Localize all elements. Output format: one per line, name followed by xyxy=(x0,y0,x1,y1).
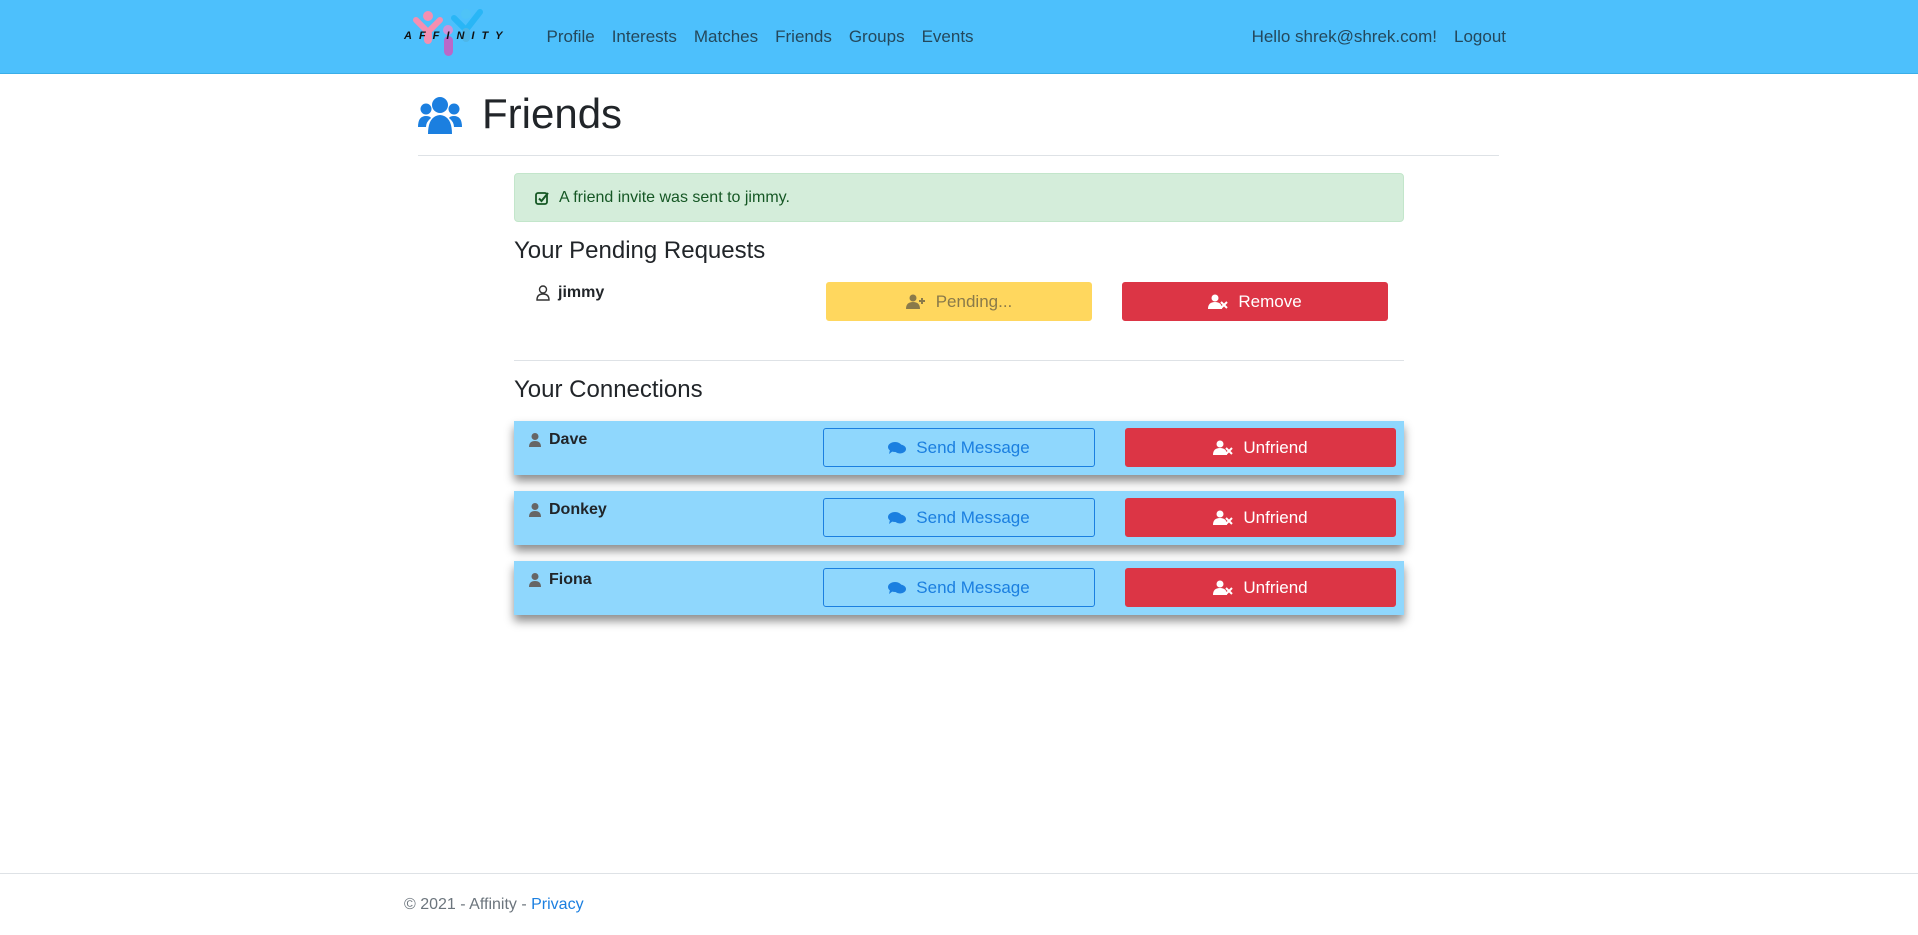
connections-heading: Your Connections xyxy=(514,376,703,403)
pending-user: jimmy xyxy=(536,284,604,302)
unfriend-label: Unfriend xyxy=(1243,577,1308,597)
connection-user: Donkey xyxy=(529,501,607,519)
nav-link-events[interactable]: Events xyxy=(913,27,982,47)
unfriend-label: Unfriend xyxy=(1243,507,1308,527)
connection-card: Donkey Send Message Unfriend xyxy=(514,491,1404,545)
comments-icon xyxy=(888,441,907,454)
pending-user-name: jimmy xyxy=(558,284,605,301)
nav-link-profile[interactable]: Profile xyxy=(538,27,603,47)
page-title: Friends xyxy=(482,90,623,137)
nav-link-matches[interactable]: Matches xyxy=(685,27,766,47)
connection-name: Fiona xyxy=(549,571,592,588)
nav-link-interests[interactable]: Interests xyxy=(603,27,685,47)
footer-copyright: © 2021 - Affinity - xyxy=(404,896,532,913)
connection-name: Donkey xyxy=(549,501,607,518)
page-header: Friends xyxy=(418,88,1499,156)
pending-heading: Your Pending Requests xyxy=(514,237,766,264)
remove-request-button[interactable]: Remove xyxy=(1122,282,1388,321)
unfriend-button[interactable]: Unfriend xyxy=(1125,428,1396,467)
user-icon xyxy=(529,433,541,447)
user-icon xyxy=(529,503,541,517)
pending-request-row: jimmy Pending... Remove xyxy=(514,278,1404,326)
brand-logo[interactable]: AFFINITY xyxy=(404,8,514,64)
nav-link-friends[interactable]: Friends xyxy=(767,27,841,47)
connection-name: Dave xyxy=(549,431,588,448)
top-navbar: AFFINITY Profile Interests Matches Frien… xyxy=(0,0,1918,74)
user-outline-icon xyxy=(536,285,550,301)
user-times-icon xyxy=(1213,510,1234,525)
nav-user-area: Hello shrek@shrek.com! Logout xyxy=(1252,0,1506,74)
send-message-button[interactable]: Send Message xyxy=(823,498,1095,537)
pending-status-button[interactable]: Pending... xyxy=(826,282,1092,321)
user-greeting[interactable]: Hello shrek@shrek.com! xyxy=(1252,27,1437,47)
user-icon xyxy=(529,573,541,587)
brand-wordmark: AFFINITY xyxy=(404,30,510,42)
user-plus-icon xyxy=(905,294,925,309)
remove-label: Remove xyxy=(1238,291,1302,311)
section-divider xyxy=(514,360,1404,361)
connection-card: Dave Send Message Unfriend xyxy=(514,421,1404,475)
send-message-button[interactable]: Send Message xyxy=(823,428,1095,467)
unfriend-button[interactable]: Unfriend xyxy=(1125,568,1396,607)
comments-icon xyxy=(888,511,907,524)
check-square-icon xyxy=(535,191,549,205)
alert-text: A friend invite was sent to jimmy. xyxy=(559,188,790,206)
pending-status-label: Pending... xyxy=(935,291,1013,311)
connection-user: Dave xyxy=(529,431,587,449)
logout-link[interactable]: Logout xyxy=(1454,27,1506,47)
comments-icon xyxy=(888,581,907,594)
user-times-icon xyxy=(1213,440,1234,455)
unfriend-button[interactable]: Unfriend xyxy=(1125,498,1396,537)
privacy-link[interactable]: Privacy xyxy=(531,896,583,913)
footer-text: © 2021 - Affinity - Privacy xyxy=(404,896,584,914)
users-icon xyxy=(418,97,462,134)
send-message-label: Send Message xyxy=(916,507,1030,527)
user-times-icon xyxy=(1208,294,1229,309)
user-times-icon xyxy=(1213,580,1234,595)
connection-card: Fiona Send Message Unfriend xyxy=(514,561,1404,615)
send-message-label: Send Message xyxy=(916,577,1030,597)
nav-link-groups[interactable]: Groups xyxy=(840,27,913,47)
page-footer: © 2021 - Affinity - Privacy xyxy=(0,873,1918,935)
unfriend-label: Unfriend xyxy=(1243,437,1308,457)
connection-user: Fiona xyxy=(529,571,592,589)
send-message-button[interactable]: Send Message xyxy=(823,568,1095,607)
success-alert: A friend invite was sent to jimmy. xyxy=(514,173,1404,222)
nav-links: Profile Interests Matches Friends Groups… xyxy=(538,0,982,74)
send-message-label: Send Message xyxy=(916,437,1030,457)
